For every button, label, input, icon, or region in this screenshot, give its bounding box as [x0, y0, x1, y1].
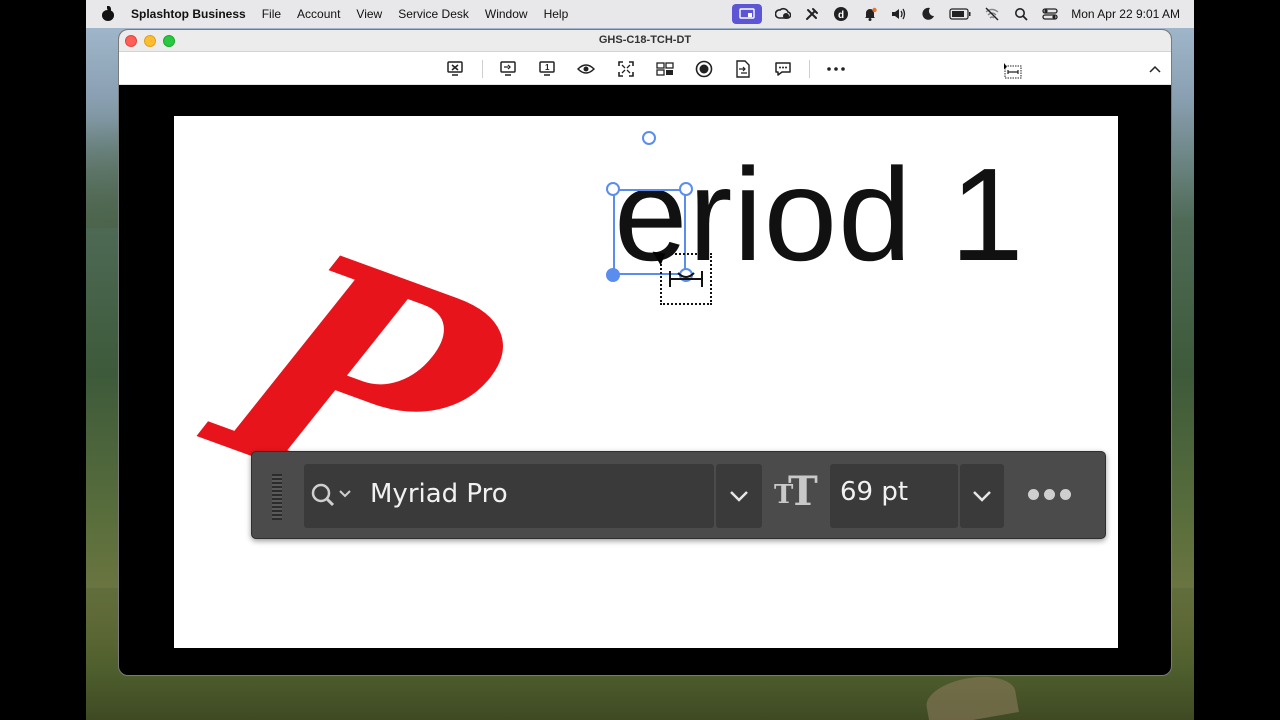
selection-handle-top-right[interactable]	[679, 182, 693, 196]
splashtop-status-icon[interactable]	[732, 4, 763, 24]
window-titlebar: GHS-C18-TCH-DT	[119, 30, 1171, 52]
multi-monitor-icon[interactable]	[655, 59, 675, 79]
rotate-handle-line	[644, 146, 664, 194]
window-title: GHS-C18-TCH-DT	[598, 34, 692, 46]
menu-file[interactable]: File	[262, 7, 281, 21]
control-center-icon[interactable]	[1042, 7, 1058, 21]
wifi-off-icon[interactable]	[984, 7, 1000, 21]
rotate-handle[interactable]	[642, 131, 656, 145]
resize-cursor-icon	[1003, 61, 1023, 81]
search-icon[interactable]	[1013, 7, 1029, 21]
contextual-type-bar: Myriad Pro TT 69 pt	[251, 451, 1106, 539]
single-monitor-icon[interactable]: 1	[537, 59, 557, 79]
session-toolbar: 1	[119, 52, 1171, 85]
view-only-eye-icon[interactable]	[576, 59, 596, 79]
font-search-icon[interactable]	[310, 482, 354, 508]
remote-session-window: GHS-C18-TCH-DT 1 P eriod 1 Myriad Pro T …	[118, 29, 1172, 676]
selection-handle-bottom-left[interactable]	[606, 268, 620, 282]
font-size-dropdown[interactable]	[960, 464, 1004, 528]
chat-icon[interactable]	[773, 59, 793, 79]
status-area: d Mon Apr 22 9:01 AM	[732, 4, 1180, 24]
remote-desktop-canvas[interactable]: P eriod 1 Myriad Pro T T 69 pt	[174, 116, 1118, 648]
file-transfer-icon[interactable]	[733, 59, 753, 79]
font-family-value: Myriad Pro	[370, 479, 508, 509]
chevron-down-icon	[973, 491, 991, 502]
menu-view[interactable]: View	[356, 7, 382, 21]
do-not-disturb-moon-icon[interactable]	[920, 7, 936, 21]
menubar-clock[interactable]: Mon Apr 22 9:01 AM	[1071, 7, 1180, 21]
menu-account[interactable]: Account	[297, 7, 340, 21]
more-icon[interactable]	[826, 59, 846, 79]
notification-bell-icon[interactable]	[862, 7, 878, 21]
drag-grip-handle[interactable]	[272, 474, 282, 520]
disconnect-icon[interactable]	[445, 59, 465, 79]
menu-bar: Splashtop Business File Account View Ser…	[86, 0, 1194, 28]
volume-icon[interactable]	[891, 7, 907, 21]
creative-cloud-icon[interactable]	[775, 7, 792, 21]
record-icon[interactable]	[694, 59, 714, 79]
menu-window[interactable]: Window	[485, 7, 528, 21]
font-size-icon: TT	[774, 468, 818, 515]
app-name-menu[interactable]: Splashtop Business	[131, 7, 246, 21]
menu-service-desk[interactable]: Service Desk	[398, 7, 469, 21]
font-family-dropdown[interactable]	[716, 464, 762, 528]
font-size-field[interactable]: 69 pt	[830, 464, 958, 528]
fit-screen-icon[interactable]	[616, 59, 636, 79]
font-size-value: 69 pt	[840, 477, 909, 507]
chevron-down-icon	[730, 491, 748, 502]
tools-icon[interactable]	[804, 7, 820, 21]
more-options-icon[interactable]	[1028, 486, 1072, 502]
svg-text:1: 1	[545, 63, 550, 72]
apple-icon[interactable]	[101, 6, 115, 21]
menu-help[interactable]: Help	[544, 7, 569, 21]
screen: Splashtop Business File Account View Ser…	[0, 0, 1280, 720]
switch-monitor-icon[interactable]	[498, 59, 518, 79]
font-family-field[interactable]: Myriad Pro	[304, 464, 714, 528]
selection-handle-top-left[interactable]	[606, 182, 620, 196]
d-app-icon[interactable]: d	[833, 7, 849, 21]
collapse-chevron-icon[interactable]	[1145, 59, 1165, 79]
svg-text:d: d	[838, 10, 844, 21]
battery-icon[interactable]	[949, 7, 971, 21]
